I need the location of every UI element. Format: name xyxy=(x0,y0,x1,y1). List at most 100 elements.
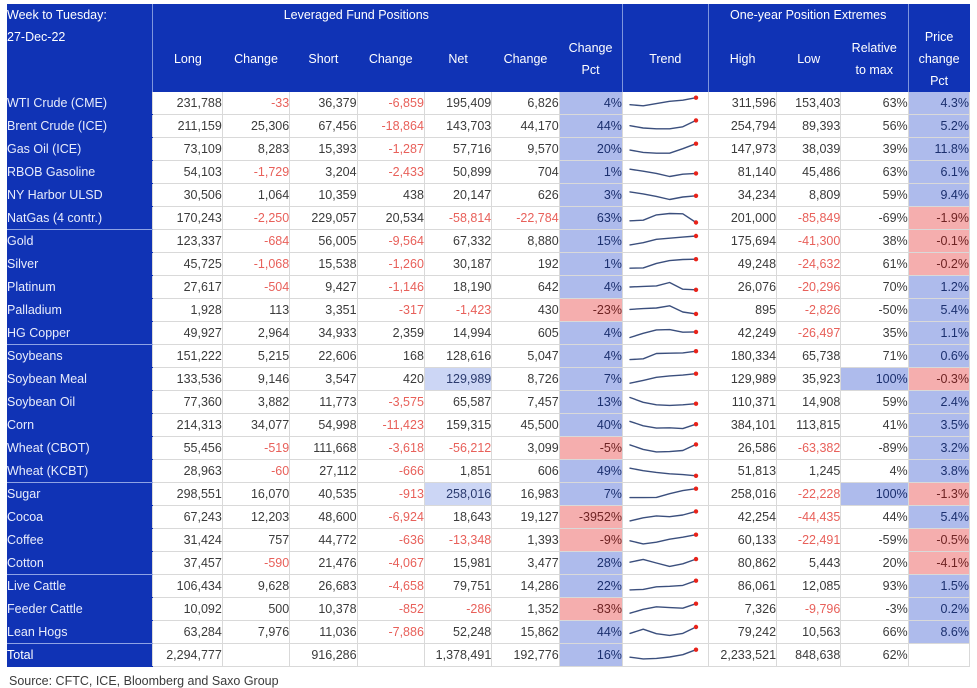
table-row[interactable]: WTI Crude (CME)231,788-3336,379-6,859195… xyxy=(7,92,970,115)
table-row[interactable]: Sugar298,55116,07040,535-913258,01616,98… xyxy=(7,483,970,506)
table-row[interactable]: Soybean Oil77,3603,88211,773-3,57565,587… xyxy=(7,391,970,414)
trend-sparkline xyxy=(622,529,708,552)
trend-sparkline xyxy=(622,460,708,483)
table-body: WTI Crude (CME)231,788-3336,379-6,859195… xyxy=(7,92,970,667)
cell-price-change-pct: -1.9% xyxy=(908,207,969,230)
cell-relative-to-max: -89% xyxy=(841,437,908,460)
table-row[interactable]: Lean Hogs63,2847,97611,036-7,88652,24815… xyxy=(7,621,970,644)
cell-change-pct: 7% xyxy=(559,368,622,391)
cell-long: 211,159 xyxy=(153,115,222,138)
trend-sparkline xyxy=(622,322,708,345)
col-header-change-net[interactable]: Change xyxy=(492,26,559,92)
table-row[interactable]: Soybean Meal133,5369,1463,547420129,9898… xyxy=(7,368,970,391)
cell-long: 67,243 xyxy=(153,506,222,529)
cell-one-year-low: 65,738 xyxy=(777,345,841,368)
cell-one-year-low: -9,796 xyxy=(777,598,841,621)
cell-change-pct: 4% xyxy=(559,276,622,299)
cell-relative-to-max: 100% xyxy=(841,483,908,506)
cell-change-pct: 1% xyxy=(559,253,622,276)
col-header-trend[interactable]: Trend xyxy=(622,26,708,92)
cell-one-year-high: 7,326 xyxy=(708,598,776,621)
col-header-net[interactable]: Net xyxy=(424,26,491,92)
cell-long: 27,617 xyxy=(153,276,222,299)
cell-change-long: -2,250 xyxy=(222,207,289,230)
table-row[interactable]: Wheat (CBOT)55,456-519111,668-3,618-56,2… xyxy=(7,437,970,460)
cell-long: 55,456 xyxy=(153,437,222,460)
table-row[interactable]: Feeder Cattle10,09250010,378-852-2861,35… xyxy=(7,598,970,621)
cell-change-pct: 4% xyxy=(559,345,622,368)
cell-change-pct: 22% xyxy=(559,575,622,598)
cell-price-change-pct: 1.1% xyxy=(908,322,969,345)
table-row[interactable]: Cotton37,457-59021,476-4,06715,9813,4772… xyxy=(7,552,970,575)
cell-change-pct: 15% xyxy=(559,230,622,253)
table-row[interactable]: NatGas (4 contr.)170,243-2,250229,05720,… xyxy=(7,207,970,230)
col-header-change-short[interactable]: Change xyxy=(357,26,424,92)
col-header-low[interactable]: Low xyxy=(777,26,841,92)
table-row[interactable]: RBOB Gasoline54,103-1,7293,204-2,43350,8… xyxy=(7,161,970,184)
spacer-change-pct xyxy=(559,4,622,26)
cell-change-short: -636 xyxy=(357,529,424,552)
row-label: Feeder Cattle xyxy=(7,598,153,621)
col-header-relative-to-max[interactable]: Relative to max xyxy=(841,26,908,92)
cell-short: 111,668 xyxy=(290,437,357,460)
cell-long: 63,284 xyxy=(153,621,222,644)
cell-relative-to-max: 66% xyxy=(841,621,908,644)
cell-long: 231,788 xyxy=(153,92,222,115)
cell-price-change-pct: 4.3% xyxy=(908,92,969,115)
cell-change-short: -317 xyxy=(357,299,424,322)
table-row[interactable]: Wheat (KCBT)28,963-6027,112-6661,8516064… xyxy=(7,460,970,483)
table-row[interactable]: Live Cattle106,4349,62826,683-4,65879,75… xyxy=(7,575,970,598)
cell-one-year-low: -63,382 xyxy=(777,437,841,460)
cell-short: 9,427 xyxy=(290,276,357,299)
cell-net: 67,332 xyxy=(424,230,491,253)
col-header-price-change-pct[interactable]: Price change Pct xyxy=(908,26,969,92)
cell-one-year-high: 384,101 xyxy=(708,414,776,437)
table-row[interactable]: HG Copper49,9272,96434,9332,35914,994605… xyxy=(7,322,970,345)
table-row[interactable]: Brent Crude (ICE)211,15925,30667,456-18,… xyxy=(7,115,970,138)
cell-net: -286 xyxy=(424,598,491,621)
cell-change-pct: 63% xyxy=(559,207,622,230)
table-row[interactable]: Silver45,725-1,06815,538-1,26030,1871921… xyxy=(7,253,970,276)
cell-change-net: 3,099 xyxy=(492,437,559,460)
cell-one-year-high: 34,234 xyxy=(708,184,776,207)
cell-change-long: 12,203 xyxy=(222,506,289,529)
cell-change-short: -7,886 xyxy=(357,621,424,644)
cell-relative-to-max: 56% xyxy=(841,115,908,138)
table-row[interactable]: NY Harbor ULSD30,5061,06410,35943820,147… xyxy=(7,184,970,207)
cell-change-long: -590 xyxy=(222,552,289,575)
col-header-high[interactable]: High xyxy=(708,26,776,92)
cell-change-pct: -23% xyxy=(559,299,622,322)
col-header-long[interactable]: Long xyxy=(153,26,222,92)
cell-short: 34,933 xyxy=(290,322,357,345)
spacer-trend xyxy=(622,4,708,26)
cell-one-year-high: 201,000 xyxy=(708,207,776,230)
cell-change-net: 44,170 xyxy=(492,115,559,138)
table-row[interactable]: Coffee31,42475744,772-636-13,3481,393-9%… xyxy=(7,529,970,552)
table-row[interactable]: Corn214,31334,07754,998-11,423159,31545,… xyxy=(7,414,970,437)
table-row[interactable]: Cocoa67,24312,20348,600-6,92418,64319,12… xyxy=(7,506,970,529)
table-row[interactable]: Gold123,337-68456,005-9,56467,3328,88015… xyxy=(7,230,970,253)
row-label: Live Cattle xyxy=(7,575,153,598)
cell-short: 3,547 xyxy=(290,368,357,391)
cell-change-pct: -5% xyxy=(559,437,622,460)
spacer-price-change xyxy=(908,4,969,26)
col-header-change-pct[interactable]: Change Pct xyxy=(559,26,622,92)
table-row[interactable]: Gas Oil (ICE)73,1098,28315,393-1,28757,7… xyxy=(7,138,970,161)
trend-sparkline xyxy=(622,391,708,414)
cell-relative-to-max: 35% xyxy=(841,322,908,345)
cell-change-net: 192,776 xyxy=(492,644,559,667)
cell-price-change-pct: -0.1% xyxy=(908,230,969,253)
row-label: Soybean Oil xyxy=(7,391,153,414)
cell-one-year-high: 895 xyxy=(708,299,776,322)
col-header-change-long[interactable]: Change xyxy=(222,26,289,92)
table-row[interactable]: Platinum27,617-5049,427-1,14618,1906424%… xyxy=(7,276,970,299)
source-note: Source: CFTC, ICE, Bloomberg and Saxo Gr… xyxy=(9,674,977,688)
cell-short: 11,773 xyxy=(290,391,357,414)
cell-long: 77,360 xyxy=(153,391,222,414)
table-row[interactable]: Soybeans151,2225,21522,606168128,6165,04… xyxy=(7,345,970,368)
table-total-row[interactable]: Total2,294,777916,2861,378,491192,77616%… xyxy=(7,644,970,667)
table-row[interactable]: Palladium1,9281133,351-317-1,423430-23%8… xyxy=(7,299,970,322)
cell-price-change-pct: 5.4% xyxy=(908,506,969,529)
col-header-short[interactable]: Short xyxy=(290,26,357,92)
trend-sparkline xyxy=(622,299,708,322)
